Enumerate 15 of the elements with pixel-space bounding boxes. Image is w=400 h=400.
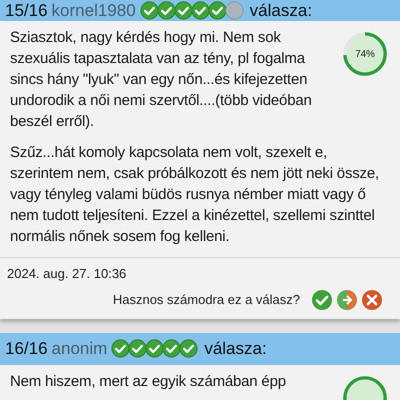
neutral-vote-icon[interactable]	[336, 288, 358, 310]
answer-text: Szűz...hát komoly kapcsolata nem volt, szexelt e, szerintem nem, csak próbálkozott és nem jött neki össze, vagy tényleg valami büdös rusnya némber miatt vagy ő nem tudott teljesíteni. Ezzel a kinézettel, szellemi szinttel normális nőnek sosem fog kelleni.	[10, 143, 380, 247]
rating-ring: 74%	[342, 31, 388, 77]
helpful-question: Hasznos számodra ez a válasz?	[112, 290, 300, 309]
header-suffix: válasza:	[250, 0, 312, 22]
author-name[interactable]: kornel1980	[52, 0, 136, 24]
header-suffix: válasza:	[204, 338, 267, 360]
no-vote-icon[interactable]	[361, 288, 383, 310]
answer-index: 15/16	[5, 0, 48, 22]
answer-text: Sziasztok, nagy kérdés hogy mi. Nem sok szexuális tapasztalata van az tény, pl fogalma sincs hány "lyuk" van egy nőn...és kifejezetten undorodik a női nemi szervtől....(több videóban beszél erről).	[10, 28, 313, 132]
answer-text: Nem hiszem, mert az egyik számában épp	[10, 372, 287, 392]
answer-index: 16/16	[5, 338, 48, 360]
yes-vote-icon[interactable]	[311, 288, 333, 310]
author-name[interactable]: anonim	[52, 336, 108, 362]
answer-date: 2024. aug. 27. 10:36	[7, 265, 128, 283]
